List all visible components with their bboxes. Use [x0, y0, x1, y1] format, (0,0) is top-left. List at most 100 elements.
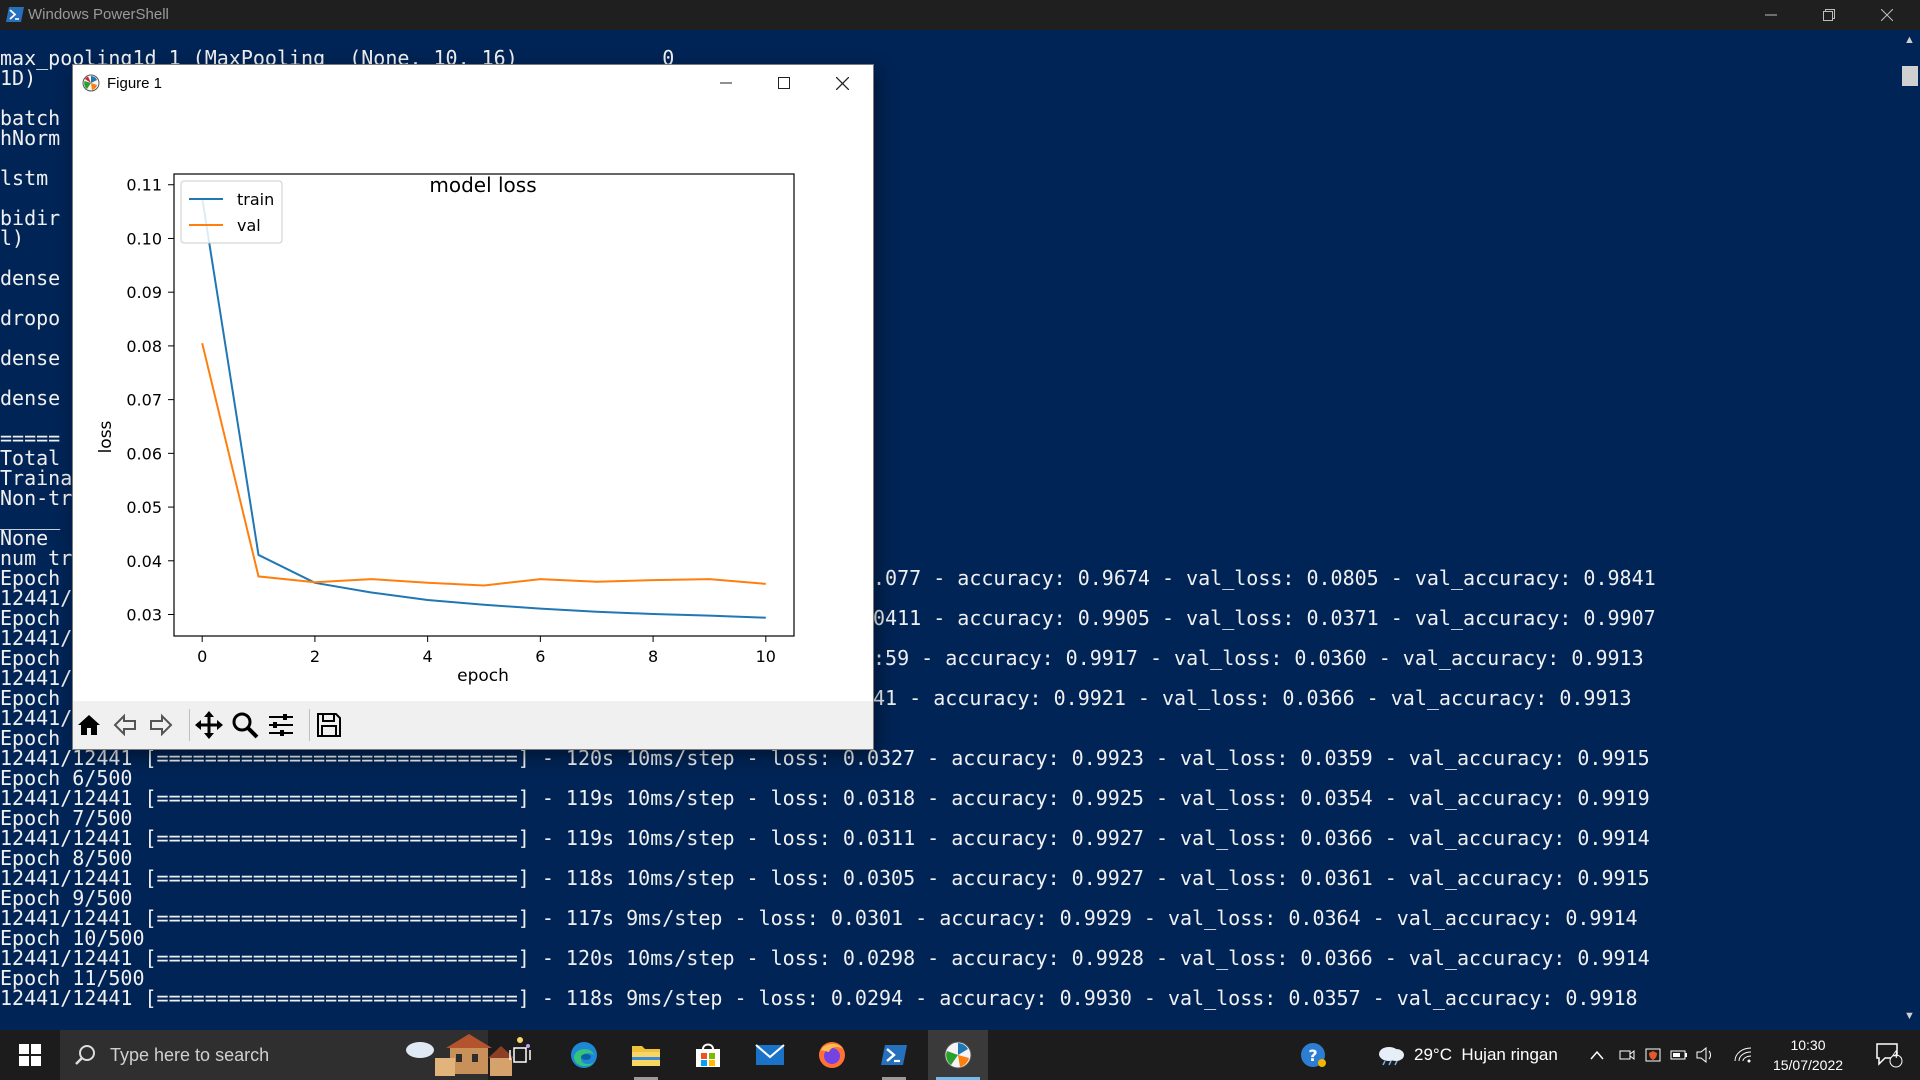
back-arrow-icon — [113, 713, 136, 737]
show-hidden-icons-button[interactable] — [1586, 1030, 1608, 1080]
rain-cloud-icon — [1379, 1047, 1404, 1066]
y-tick-label: 0.08 — [126, 337, 162, 356]
figure-maximize-button[interactable] — [755, 65, 813, 101]
weather-widget[interactable]: 29°C Hujan ringan — [1376, 1030, 1576, 1080]
configure-subplots-icon — [269, 714, 293, 736]
console-line: dense — [0, 386, 61, 410]
notification-count: 4 — [1892, 1049, 1899, 1061]
taskbar-mail[interactable] — [742, 1030, 798, 1080]
taskbar-edge[interactable] — [556, 1030, 612, 1080]
search-placeholder: Type here to search — [110, 1045, 270, 1065]
console-line-fragment: 41 - accuracy: 0.9921 - val_loss: 0.0366… — [873, 686, 1632, 710]
powershell-icon — [881, 1045, 907, 1065]
y-tick-label: 0.03 — [126, 606, 162, 625]
start-button[interactable] — [0, 1030, 60, 1080]
console-line: num tr — [0, 546, 73, 570]
speaker-icon — [1696, 1047, 1711, 1063]
y-tick-label: 0.11 — [126, 176, 162, 195]
legend-label: train — [237, 190, 274, 209]
console-line: Epoch — [0, 606, 61, 630]
console-line: ===== — [0, 426, 61, 450]
chart-canvas[interactable]: model loss epoch loss 0 2 4 6 8 10 0.03 0.04 0.0… — [73, 101, 873, 701]
meet-now-tray[interactable] — [1616, 1030, 1638, 1080]
battery-tray[interactable] — [1668, 1030, 1690, 1080]
forward-arrow-icon — [150, 713, 173, 737]
legend-label: val — [237, 216, 261, 235]
console-line: _____ — [0, 506, 61, 530]
taskbar-store[interactable] — [680, 1030, 736, 1080]
console-line: Epoch — [0, 566, 61, 590]
battery-icon — [1670, 1050, 1687, 1060]
console-line: 12441/ — [0, 586, 73, 610]
scroll-down-icon[interactable]: ▼ — [1904, 1010, 1915, 1022]
console-line: Total — [0, 446, 61, 470]
minimize-icon — [720, 82, 732, 84]
console-line: 12441/12441 [===========================… — [0, 826, 1650, 850]
y-tick-label: 0.04 — [126, 552, 162, 571]
console-line: 12441/12441 [===========================… — [0, 746, 1650, 770]
close-icon — [1881, 9, 1893, 21]
x-tick-label: 6 — [535, 647, 545, 666]
pan-button[interactable] — [193, 709, 225, 741]
zoom-button[interactable] — [229, 709, 261, 741]
taskbar-firefox[interactable] — [804, 1030, 860, 1080]
notification-center-button[interactable]: 4 — [1864, 1030, 1914, 1080]
notification-icon — [1876, 1043, 1903, 1068]
help-tray[interactable]: ? — [1296, 1030, 1330, 1080]
console-line: 1D) — [0, 66, 37, 90]
x-tick-label: 8 — [648, 647, 658, 666]
vertical-scrollbar[interactable] — [1900, 30, 1920, 1030]
console-line-fragment: 0411 - accuracy: 0.9905 - val_loss: 0.03… — [873, 606, 1656, 630]
scroll-up-icon[interactable]: ▲ — [1904, 34, 1915, 46]
firefox-icon — [819, 1042, 845, 1068]
console-line: Epoch 10/500 — [0, 926, 145, 950]
minimize-button[interactable] — [1742, 0, 1800, 30]
console-line: hNorm — [0, 126, 61, 150]
console-line: Epoch — [0, 726, 61, 750]
toolbar-separator — [309, 709, 310, 741]
back-button[interactable] — [109, 709, 141, 741]
minimize-icon — [1765, 14, 1777, 16]
zoom-icon — [232, 712, 259, 739]
save-button[interactable] — [313, 709, 345, 741]
restore-button[interactable] — [1800, 0, 1858, 30]
console-line-fragment: :59 - accuracy: 0.9917 - val_loss: 0.036… — [873, 646, 1644, 670]
taskbar-matplotlib-figure[interactable] — [928, 1030, 988, 1080]
figure-window[interactable]: Figure 1 model loss epoch loss 0 2 4 6 8 10 0.… — [73, 65, 873, 749]
x-tick-label: 2 — [310, 647, 320, 666]
restore-icon — [1823, 9, 1835, 21]
volume-tray[interactable] — [1694, 1030, 1716, 1080]
scroll-thumb[interactable] — [1902, 66, 1918, 86]
y-tick-label: 0.09 — [126, 283, 162, 302]
forward-button[interactable] — [145, 709, 177, 741]
figure-minimize-button[interactable] — [697, 65, 755, 101]
console-line: dense — [0, 266, 61, 290]
home-button[interactable] — [73, 709, 105, 741]
close-button[interactable] — [1858, 0, 1916, 30]
wifi-icon — [1734, 1047, 1752, 1063]
security-tray[interactable] — [1642, 1030, 1664, 1080]
task-view-button[interactable] — [492, 1030, 548, 1080]
console-line: Non-tr — [0, 486, 73, 510]
figure-close-button[interactable] — [813, 65, 871, 101]
figure-titlebar[interactable]: Figure 1 — [73, 65, 873, 101]
clock[interactable]: 10:30 15/07/2022 — [1758, 1035, 1858, 1075]
configure-subplots-button[interactable] — [265, 709, 297, 741]
network-tray[interactable] — [1732, 1030, 1754, 1080]
taskbar-file-explorer[interactable] — [618, 1030, 674, 1080]
search-box[interactable]: Type here to search — [60, 1030, 530, 1080]
taskbar-powershell[interactable] — [866, 1030, 922, 1080]
powershell-titlebar[interactable]: Windows PowerShell — [0, 0, 1920, 30]
maximize-icon — [778, 77, 790, 89]
console-line: Epoch — [0, 686, 61, 710]
home-icon — [78, 715, 100, 735]
console-line: lstm — [0, 166, 49, 190]
console-line: Epoch 7/500 — [0, 806, 133, 830]
y-tick-label: 0.05 — [126, 498, 162, 517]
y-axis-label: loss — [96, 420, 116, 453]
console-line: dense — [0, 346, 61, 370]
clock-time: 10:30 — [1790, 1037, 1826, 1053]
console-line: 12441/ — [0, 626, 73, 650]
matplotlib-icon — [82, 74, 100, 92]
console-line: 12441/12441 [===========================… — [0, 906, 1638, 930]
